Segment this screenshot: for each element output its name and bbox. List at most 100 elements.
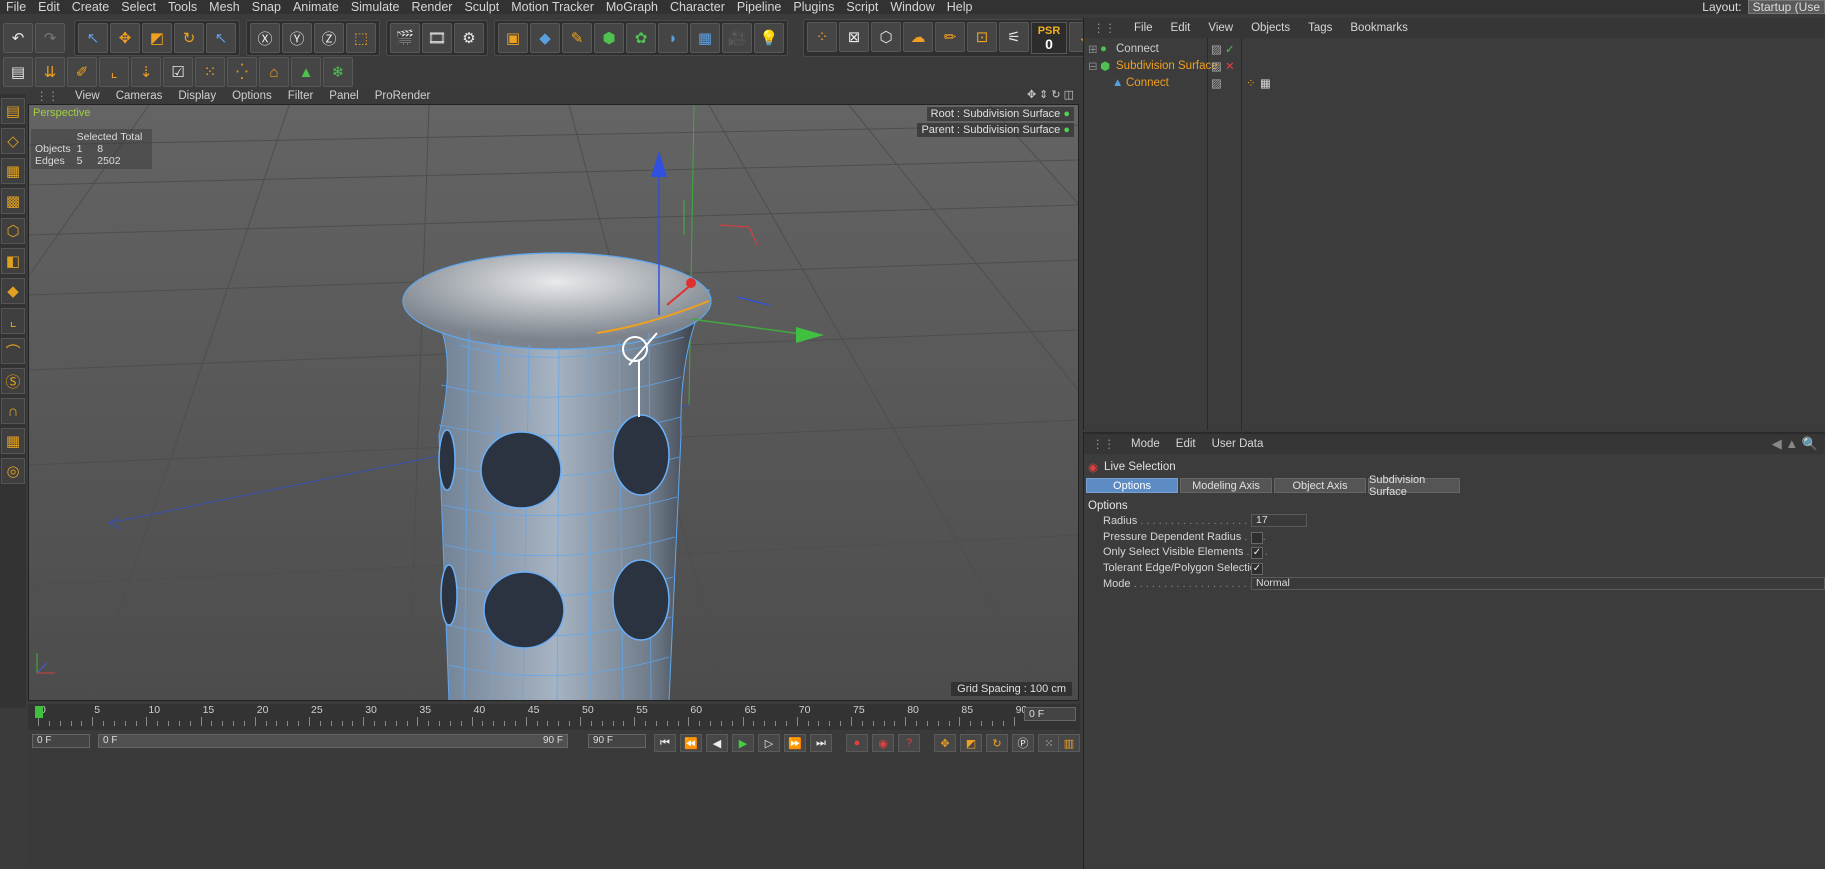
- texture-tag-icon[interactable]: ▦: [1260, 76, 1271, 90]
- object-row[interactable]: ▲ Connect ▨ ⁘ ▦: [1084, 74, 1825, 91]
- axis-mode-icon[interactable]: ⌞: [1, 308, 25, 334]
- menu-character[interactable]: Character: [664, 0, 731, 14]
- mode-select[interactable]: Normal: [1251, 577, 1825, 590]
- object-row[interactable]: ⊞ ● Connect ▨ ✓: [1084, 40, 1825, 57]
- key-param-icon[interactable]: Ⓟ: [1012, 734, 1034, 752]
- object-name[interactable]: Subdivision Surface: [1116, 60, 1218, 72]
- cube-object-icon[interactable]: ◆: [530, 23, 560, 53]
- current-frame-field[interactable]: 0 F: [1024, 707, 1076, 721]
- orbit-icon[interactable]: ↻: [1051, 88, 1060, 101]
- key-position-icon[interactable]: ✥: [934, 734, 956, 752]
- next-key-icon[interactable]: ⏩: [784, 734, 806, 752]
- tweak-mode-icon[interactable]: ⌒: [1, 338, 25, 364]
- om-menu-tags[interactable]: Tags: [1299, 22, 1341, 34]
- object-name[interactable]: Connect: [1116, 43, 1159, 55]
- redo-icon[interactable]: ↷: [35, 23, 65, 53]
- am-menu-mode[interactable]: Mode: [1123, 438, 1168, 450]
- rotate-icon[interactable]: ↻: [174, 23, 204, 53]
- menu-edit[interactable]: Edit: [32, 0, 66, 14]
- layer-icon[interactable]: ▨: [1211, 59, 1222, 73]
- pan-icon[interactable]: ✥: [1027, 88, 1036, 101]
- render-settings-icon[interactable]: ⚙: [454, 23, 484, 53]
- solo-icon[interactable]: ⌂: [259, 57, 289, 87]
- viewport-menu-options[interactable]: Options: [224, 90, 280, 102]
- phong-tag-icon[interactable]: ⁘: [1246, 76, 1256, 90]
- maximize-icon[interactable]: ◫: [1064, 88, 1074, 101]
- tab-subdivision-surface[interactable]: Subdivision Surface: [1368, 474, 1460, 498]
- soft-selection-icon[interactable]: Ⓢ: [1, 368, 25, 394]
- pen-spline-icon[interactable]: ✎: [562, 23, 592, 53]
- pressure-dependent-checkbox[interactable]: [1251, 532, 1263, 544]
- lock-workplane-icon[interactable]: ▦: [1, 428, 25, 454]
- render-picture-viewer-icon[interactable]: 🎞: [422, 23, 452, 53]
- om-menu-bookmarks[interactable]: Bookmarks: [1341, 22, 1417, 34]
- polygons-mode-icon[interactable]: ⬡: [871, 22, 901, 52]
- texture-axis-icon[interactable]: ⇣: [131, 57, 161, 87]
- point-selection-icon[interactable]: ⁙: [195, 57, 225, 87]
- next-frame-icon[interactable]: ▷: [758, 734, 780, 752]
- only-visible-checkbox[interactable]: ✓: [1251, 547, 1263, 559]
- viewport-camera-name[interactable]: Perspective: [33, 107, 90, 119]
- om-menu-file[interactable]: File: [1125, 22, 1162, 34]
- viewport-menu-filter[interactable]: Filter: [280, 90, 322, 102]
- menu-render[interactable]: Render: [405, 0, 458, 14]
- keyframe-selection-icon[interactable]: ?: [898, 734, 920, 752]
- edges-icon[interactable]: ◧: [1, 248, 25, 274]
- knife-icon[interactable]: ✐: [67, 57, 97, 87]
- points-mode-icon[interactable]: ⁘: [807, 22, 837, 52]
- move-up-icon[interactable]: ▲: [291, 57, 321, 87]
- camera-icon[interactable]: 🎥: [722, 23, 752, 53]
- edges-mode-icon[interactable]: ⊠: [839, 22, 869, 52]
- viewport-menu-panel[interactable]: Panel: [321, 90, 366, 102]
- cloner-icon[interactable]: ✿: [626, 23, 656, 53]
- playhead-marker[interactable]: [35, 706, 43, 718]
- snap-settings-icon[interactable]: ◎: [1, 458, 25, 484]
- y-axis-lock-icon[interactable]: Ⓨ: [282, 23, 312, 53]
- axis-icon[interactable]: ⌞: [99, 57, 129, 87]
- object-row[interactable]: ⊟ ⬢ Subdivision Surface ▨ ✕: [1084, 57, 1825, 74]
- timeline-ruler[interactable]: 051015202530354045505560657075808590: [38, 704, 1027, 726]
- 3d-viewport[interactable]: Perspective Selected Total Objects 1 8 Edg…: [28, 104, 1079, 701]
- viewport-menu-view[interactable]: View: [67, 90, 108, 102]
- paint-mode-icon[interactable]: ✏: [935, 22, 965, 52]
- model-mode-icon[interactable]: ▤: [1, 98, 25, 124]
- viewport-grip-icon[interactable]: ⋮⋮: [28, 89, 67, 103]
- object-mode-icon[interactable]: ◇: [1, 128, 25, 154]
- object-axis-icon[interactable]: ⇊: [35, 57, 65, 87]
- tab-modeling-axis[interactable]: Modeling Axis: [1180, 478, 1272, 493]
- key-rotation-icon[interactable]: ↻: [986, 734, 1008, 752]
- play-icon[interactable]: ▶: [732, 734, 754, 752]
- autokey-icon[interactable]: ◉: [872, 734, 894, 752]
- om-grip-icon[interactable]: ⋮⋮: [1084, 21, 1125, 35]
- collapse-icon[interactable]: ⊟: [1088, 59, 1098, 73]
- root-breadcrumb[interactable]: Root : Subdivision Surface ●: [926, 107, 1074, 121]
- polygon-selection-icon[interactable]: ⁛: [227, 57, 257, 87]
- menu-mograph[interactable]: MoGraph: [600, 0, 664, 14]
- viewport-menu-prorender[interactable]: ProRender: [367, 90, 439, 102]
- magnet-icon[interactable]: ∩: [1, 398, 25, 424]
- menu-simulate[interactable]: Simulate: [345, 0, 406, 14]
- live-selection-icon[interactable]: ↖: [78, 23, 108, 53]
- menu-mesh[interactable]: Mesh: [203, 0, 246, 14]
- menu-animate[interactable]: Animate: [287, 0, 345, 14]
- radius-field[interactable]: 17: [1251, 514, 1307, 527]
- om-menu-view[interactable]: View: [1199, 22, 1242, 34]
- layer-icon[interactable]: ▨: [1211, 76, 1222, 90]
- preview-range-slider[interactable]: 0 F 90 F: [98, 734, 568, 748]
- undo-icon[interactable]: ↶: [3, 23, 33, 53]
- texture-mode-icon-left[interactable]: ▦: [1, 158, 25, 184]
- coordinate-system-icon[interactable]: ⬚: [346, 23, 376, 53]
- recent-tool-icon[interactable]: ↖: [206, 23, 236, 53]
- menu-pipeline[interactable]: Pipeline: [731, 0, 787, 14]
- menu-motion-tracker[interactable]: Motion Tracker: [505, 0, 600, 14]
- previous-key-icon[interactable]: ⏪: [680, 734, 702, 752]
- end-frame-field[interactable]: 90 F: [588, 734, 646, 748]
- go-to-start-icon[interactable]: ⏮: [654, 734, 676, 752]
- polygons-icon[interactable]: ◆: [1, 278, 25, 304]
- expand-icon[interactable]: ⊞: [1088, 42, 1098, 56]
- make-editable-icon[interactable]: ▤: [3, 57, 33, 87]
- x-axis-lock-icon[interactable]: Ⓧ: [250, 23, 280, 53]
- viewport-menu-cameras[interactable]: Cameras: [108, 90, 171, 102]
- deformer-icon[interactable]: ◗: [658, 23, 688, 53]
- zoom-icon[interactable]: ⇕: [1039, 88, 1048, 101]
